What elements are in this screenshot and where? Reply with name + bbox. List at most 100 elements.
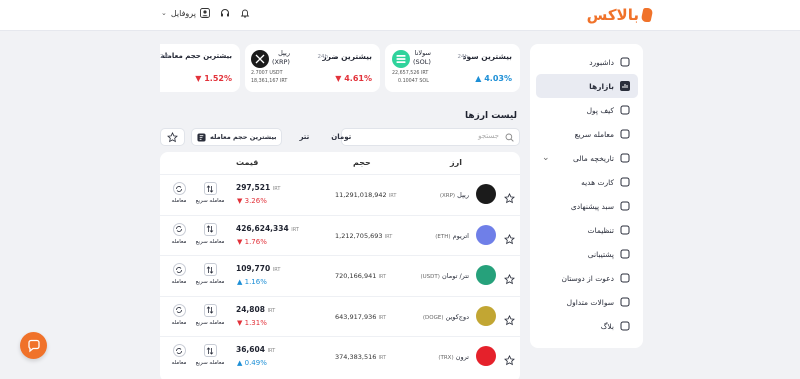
coin-change: ▲ 1.16%: [237, 278, 267, 286]
eth-icon: [476, 224, 496, 245]
card-price: 2.7007 USDT: [251, 71, 283, 76]
sidebar-item-label: سبد پیشنهادی: [570, 201, 614, 211]
sidebar-item-11[interactable]: بلاگ: [536, 314, 638, 338]
card-percent: ▼ 4.61%: [335, 74, 372, 83]
xrp-icon: [476, 184, 496, 204]
star-icon[interactable]: [504, 189, 515, 204]
table-row[interactable]: ریپل (XRP) 11,291,018,942 IRT 297,521 IRT ▼…: [160, 174, 520, 214]
swap-icon: [203, 222, 217, 236]
exchange-icon: [172, 303, 186, 317]
coin-price: 24,808 IRT: [236, 304, 276, 314]
basket-icon: [620, 201, 630, 211]
swap-icon: [203, 182, 217, 195]
quick-trade-button[interactable]: معامله سریع: [195, 344, 225, 366]
card-coin-name: ریپل (XRP): [272, 49, 290, 66]
sidebar-item-7[interactable]: تنظیمات: [536, 218, 638, 242]
table-row[interactable]: اتریوم (ETH) 1,212,705,693 IRT 426,624,334…: [160, 214, 520, 255]
quick-trade-label: معامله سریع: [195, 279, 225, 285]
logo-text: بالاکس: [586, 6, 639, 24]
quick-trade-label: معامله سریع: [195, 238, 225, 245]
profile-menu[interactable]: ⌄ پروفایل: [161, 8, 210, 18]
sidebar-item-3[interactable]: معامله سریع: [536, 122, 638, 146]
swap-icon: [203, 303, 217, 317]
chevron-down-icon: ⌄: [161, 9, 167, 17]
coin-price: 36,604 IRT: [236, 345, 276, 354]
headset-icon: [620, 249, 630, 259]
trade-button[interactable]: معامله: [164, 222, 194, 245]
star-icon[interactable]: [504, 230, 515, 244]
col-header-coin: ارز: [450, 158, 462, 167]
table-row[interactable]: تتر/ تومان (USDT) 720,166,941 IRT 109,770 …: [160, 255, 520, 295]
star-icon[interactable]: [504, 270, 515, 285]
quick-trade-button[interactable]: معامله سریع: [195, 182, 225, 204]
xrp-icon: [251, 50, 269, 68]
market-table: ارز حجم قیمت ریپل (XRP) 11,291,018,942 IR…: [160, 152, 520, 379]
trade-button[interactable]: معامله: [164, 182, 194, 204]
card-top-profit[interactable]: بیشترین سود 24h ▲ 4.03% سولانا (SOL) 22,6…: [385, 44, 520, 92]
card-sub-price: 0.10047 SOL: [398, 79, 429, 84]
coin-volume: 1,212,705,693 IRT: [335, 231, 393, 240]
trade-button[interactable]: معامله: [164, 263, 194, 285]
sidebar-item-8[interactable]: پشتیبانی: [536, 242, 638, 266]
sidebar-item-5[interactable]: کارت هدیه: [536, 170, 638, 194]
card-top-volume[interactable]: بیشترین حجم معامله 24h ▼ 1.52%: [160, 44, 240, 92]
trade-label: معامله: [171, 238, 187, 245]
sidebar-item-9[interactable]: دعوت از دوستان: [536, 266, 638, 290]
card-top-loss[interactable]: بیشترین ضرر 24h ▼ 4.61% ریپل (XRP) 2.7007…: [245, 44, 380, 92]
sidebar-item-label: داشبورد: [589, 57, 614, 67]
quick-trade-button[interactable]: معامله سریع: [195, 222, 225, 245]
card-coin-name: سولانا (SOL): [413, 49, 431, 66]
chevron-down-icon[interactable]: ⌄: [542, 153, 550, 163]
coin-price: 109,770 IRT: [236, 264, 281, 273]
support-chat-button[interactable]: [20, 332, 47, 359]
filter-toman-tab[interactable]: تومان: [326, 128, 356, 146]
coin-change: ▼ 1.76%: [237, 237, 267, 246]
sidebar-item-label: سوالات متداول: [566, 297, 614, 307]
card-period: 24h: [457, 54, 468, 60]
trade-button[interactable]: معامله: [164, 344, 194, 366]
dashboard-icon: [620, 57, 630, 67]
trade-label: معامله: [171, 319, 187, 326]
card-title: بیشترین ضرر: [322, 52, 372, 61]
quick-trade-button[interactable]: معامله سریع: [195, 303, 225, 326]
filter-tether-tab[interactable]: تتر: [294, 128, 314, 146]
search-input[interactable]: [359, 132, 499, 140]
sidebar-item-10[interactable]: سوالات متداول: [536, 290, 638, 314]
chat-icon: [27, 339, 40, 352]
exchange-icon: [172, 263, 186, 276]
market-list-title: لیست ارزها: [465, 111, 517, 121]
bell-icon[interactable]: [240, 8, 250, 18]
swap-icon: [620, 129, 630, 139]
quick-trade-label: معامله سریع: [195, 319, 225, 326]
coin-price: 297,521 IRT: [236, 183, 281, 192]
top-header: بالاکس ⌄ پروفایل: [0, 0, 800, 31]
trx-icon: [476, 346, 496, 366]
sort-volume-label: بیشترین حجم معامله: [210, 133, 277, 141]
headset-icon[interactable]: [220, 8, 230, 18]
sidebar-item-label: بازارها: [589, 81, 614, 91]
trade-label: معامله: [171, 198, 187, 204]
search-box[interactable]: [341, 128, 520, 146]
sort-volume-button[interactable]: بیشترین حجم معامله: [191, 128, 283, 146]
settings-icon: [620, 225, 630, 235]
favorites-filter-button[interactable]: [160, 128, 185, 146]
sidebar-item-6[interactable]: سبد پیشنهادی: [536, 194, 638, 218]
brand-logo[interactable]: بالاکس: [586, 6, 654, 24]
trade-label: معامله: [171, 360, 187, 366]
exchange-icon: [172, 222, 186, 236]
table-row[interactable]: ترون (TRX) 374,383,516 IRT 36,604 IRT ▲ 0.4…: [160, 336, 520, 376]
star-icon[interactable]: [504, 311, 515, 325]
sidebar-item-1[interactable]: بازارها: [536, 74, 638, 98]
star-icon[interactable]: [504, 351, 515, 366]
coin-name: تتر/ تومان (USDT): [420, 272, 469, 280]
sidebar-item-2[interactable]: کیف پول: [536, 98, 638, 122]
exchange-icon: [172, 344, 186, 357]
trade-button[interactable]: معامله: [164, 303, 194, 326]
quick-trade-button[interactable]: معامله سریع: [195, 263, 225, 285]
card-title: بیشترین حجم معامله: [160, 52, 232, 60]
user-icon: [199, 8, 210, 18]
sidebar-item-0[interactable]: داشبورد: [536, 50, 638, 74]
wallet-icon: [620, 105, 630, 115]
sidebar-item-4[interactable]: تاریخچه مالی ⌄: [536, 146, 638, 170]
table-row[interactable]: دوج‌کوین (DOGE) 643,917,936 IRT 24,808 IRT…: [160, 295, 520, 336]
